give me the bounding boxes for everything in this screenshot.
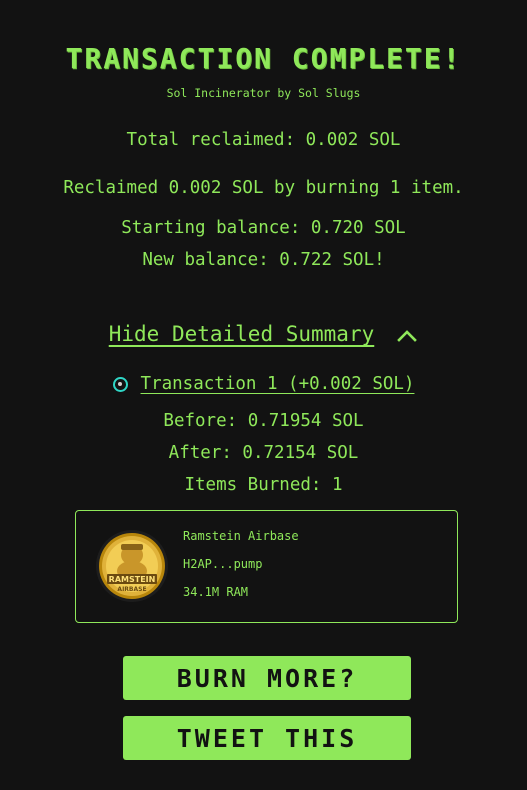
after-balance: After: 0.72154 SOL	[168, 443, 359, 463]
token-coin-icon: RAMSTEIN AIRBASE	[95, 529, 169, 603]
tweet-button[interactable]: TWEET THIS	[123, 716, 411, 760]
new-balance: New balance: 0.722 SOL!	[142, 250, 385, 270]
detailed-summary-toggle[interactable]: Hide Detailed Summary	[0, 322, 527, 346]
transaction-link[interactable]: Transaction 1 (+0.002 SOL)	[141, 374, 415, 394]
transaction-row[interactable]: Transaction 1 (+0.002 SOL)	[0, 374, 527, 394]
page-subtitle: Sol Incinerator by Sol Slugs	[166, 86, 361, 100]
token-address: H2AP...pump	[183, 557, 263, 571]
starting-balance: Starting balance: 0.720 SOL	[121, 218, 406, 238]
items-burned: Items Burned: 1	[184, 475, 343, 495]
token-logo-text-1: RAMSTEIN	[109, 575, 156, 584]
chevron-up-icon[interactable]	[396, 325, 418, 347]
token-logo-text-2: AIRBASE	[117, 586, 146, 593]
before-balance: Before: 0.71954 SOL	[163, 411, 364, 431]
page-title: TRANSACTION COMPLETE!	[65, 42, 462, 75]
total-reclaimed: Total reclaimed: 0.002 SOL	[126, 130, 401, 150]
radio-icon[interactable]	[112, 376, 128, 392]
burn-more-button[interactable]: BURN MORE?	[123, 656, 411, 700]
token-name: Ramstein Airbase	[183, 529, 299, 543]
detailed-summary-toggle-label[interactable]: Hide Detailed Summary	[109, 322, 375, 346]
token-amount: 34.1M RAM	[183, 585, 249, 599]
token-info: Ramstein Airbase H2AP...pump 34.1M RAM	[183, 527, 299, 611]
token-card: RAMSTEIN AIRBASE Ramstein Airbase H2AP..…	[75, 510, 458, 623]
reclaimed-summary: Reclaimed 0.002 SOL by burning 1 item.	[63, 178, 464, 198]
